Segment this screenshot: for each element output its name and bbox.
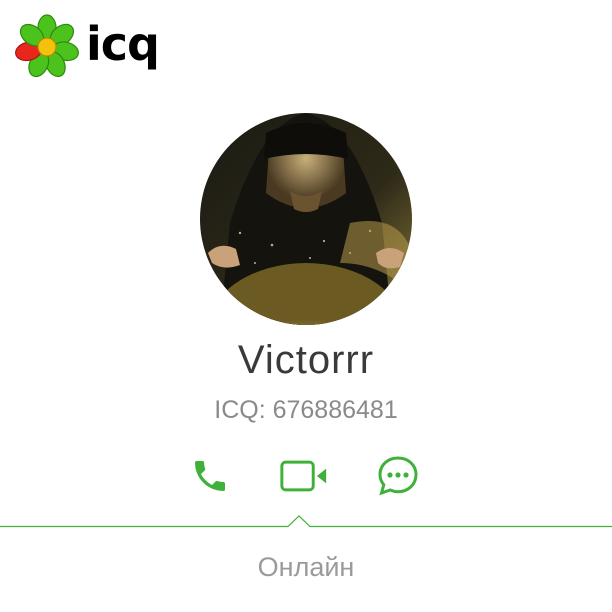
avatar[interactable]	[200, 113, 412, 325]
chat-button[interactable]	[374, 452, 422, 500]
video-camera-icon	[280, 460, 327, 492]
video-call-button[interactable]	[280, 452, 328, 500]
icq-logo: icq	[14, 14, 160, 80]
chat-bubble-icon	[378, 456, 418, 496]
divider-caret-line	[0, 515, 612, 528]
avatar-photo	[200, 113, 412, 325]
tab-status[interactable]: Онлайн	[0, 552, 612, 583]
contact-uin: ICQ: 676886481	[214, 396, 398, 424]
icq-flower-icon	[15, 14, 79, 78]
logo-wordmark: icq	[86, 17, 160, 71]
phone-icon	[195, 461, 225, 491]
tab-divider	[0, 505, 612, 535]
call-button[interactable]	[186, 452, 234, 500]
contact-name: Victorrr	[237, 338, 375, 382]
contact-profile-screen: icq Victorrr ICQ: 676886481 Онлайн	[0, 0, 612, 612]
